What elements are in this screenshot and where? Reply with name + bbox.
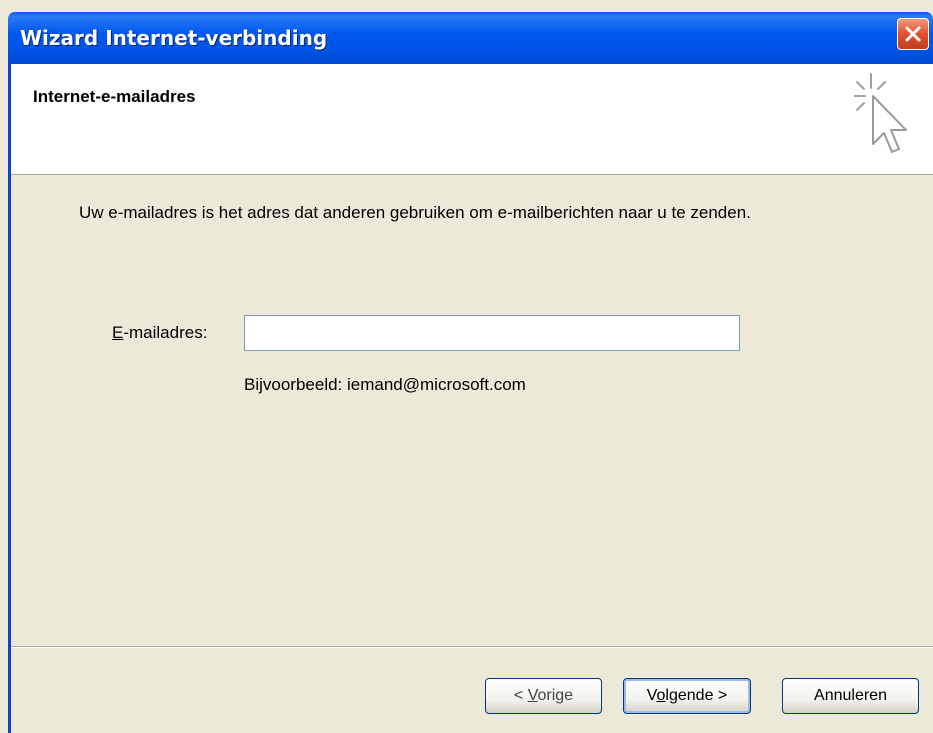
next-button-text: lgende > [665, 687, 728, 704]
wizard-window: Wizard Internet-verbinding Internet-e-ma… [0, 0, 933, 733]
back-button-text: orige [537, 687, 574, 704]
wizard-header: Internet-e-mailadres [11, 64, 933, 175]
intro-text: Uw e-mailadres is het adres dat anderen … [79, 203, 751, 222]
cancel-button[interactable]: Annuleren [782, 678, 919, 714]
wizard-body: Uw e-mailadres is het adres dat anderen … [11, 175, 933, 645]
next-button-prefix: V [646, 687, 657, 704]
email-label-text: -mailadres: [123, 323, 208, 342]
back-button-accelerator: V [527, 687, 538, 704]
back-button-prefix: < [513, 687, 528, 704]
back-button[interactable]: < Vorige [485, 678, 602, 714]
email-example-hint: Bijvoorbeeld: iemand@microsoft.com [244, 375, 526, 394]
wizard-cursor-icon [854, 73, 907, 153]
page-title: Internet-e-mailadres [33, 87, 196, 106]
close-icon [905, 26, 921, 42]
email-label: E-mailadres: [112, 323, 207, 343]
email-field[interactable] [244, 315, 740, 351]
window-title: Wizard Internet-verbinding [20, 26, 328, 50]
email-label-accelerator: E [112, 323, 124, 342]
next-button[interactable]: Volgende > [623, 678, 751, 714]
title-bar[interactable]: Wizard Internet-verbinding [8, 12, 933, 64]
wizard-footer: < Vorige Volgende > Annuleren [11, 648, 933, 733]
close-button[interactable] [897, 18, 929, 50]
